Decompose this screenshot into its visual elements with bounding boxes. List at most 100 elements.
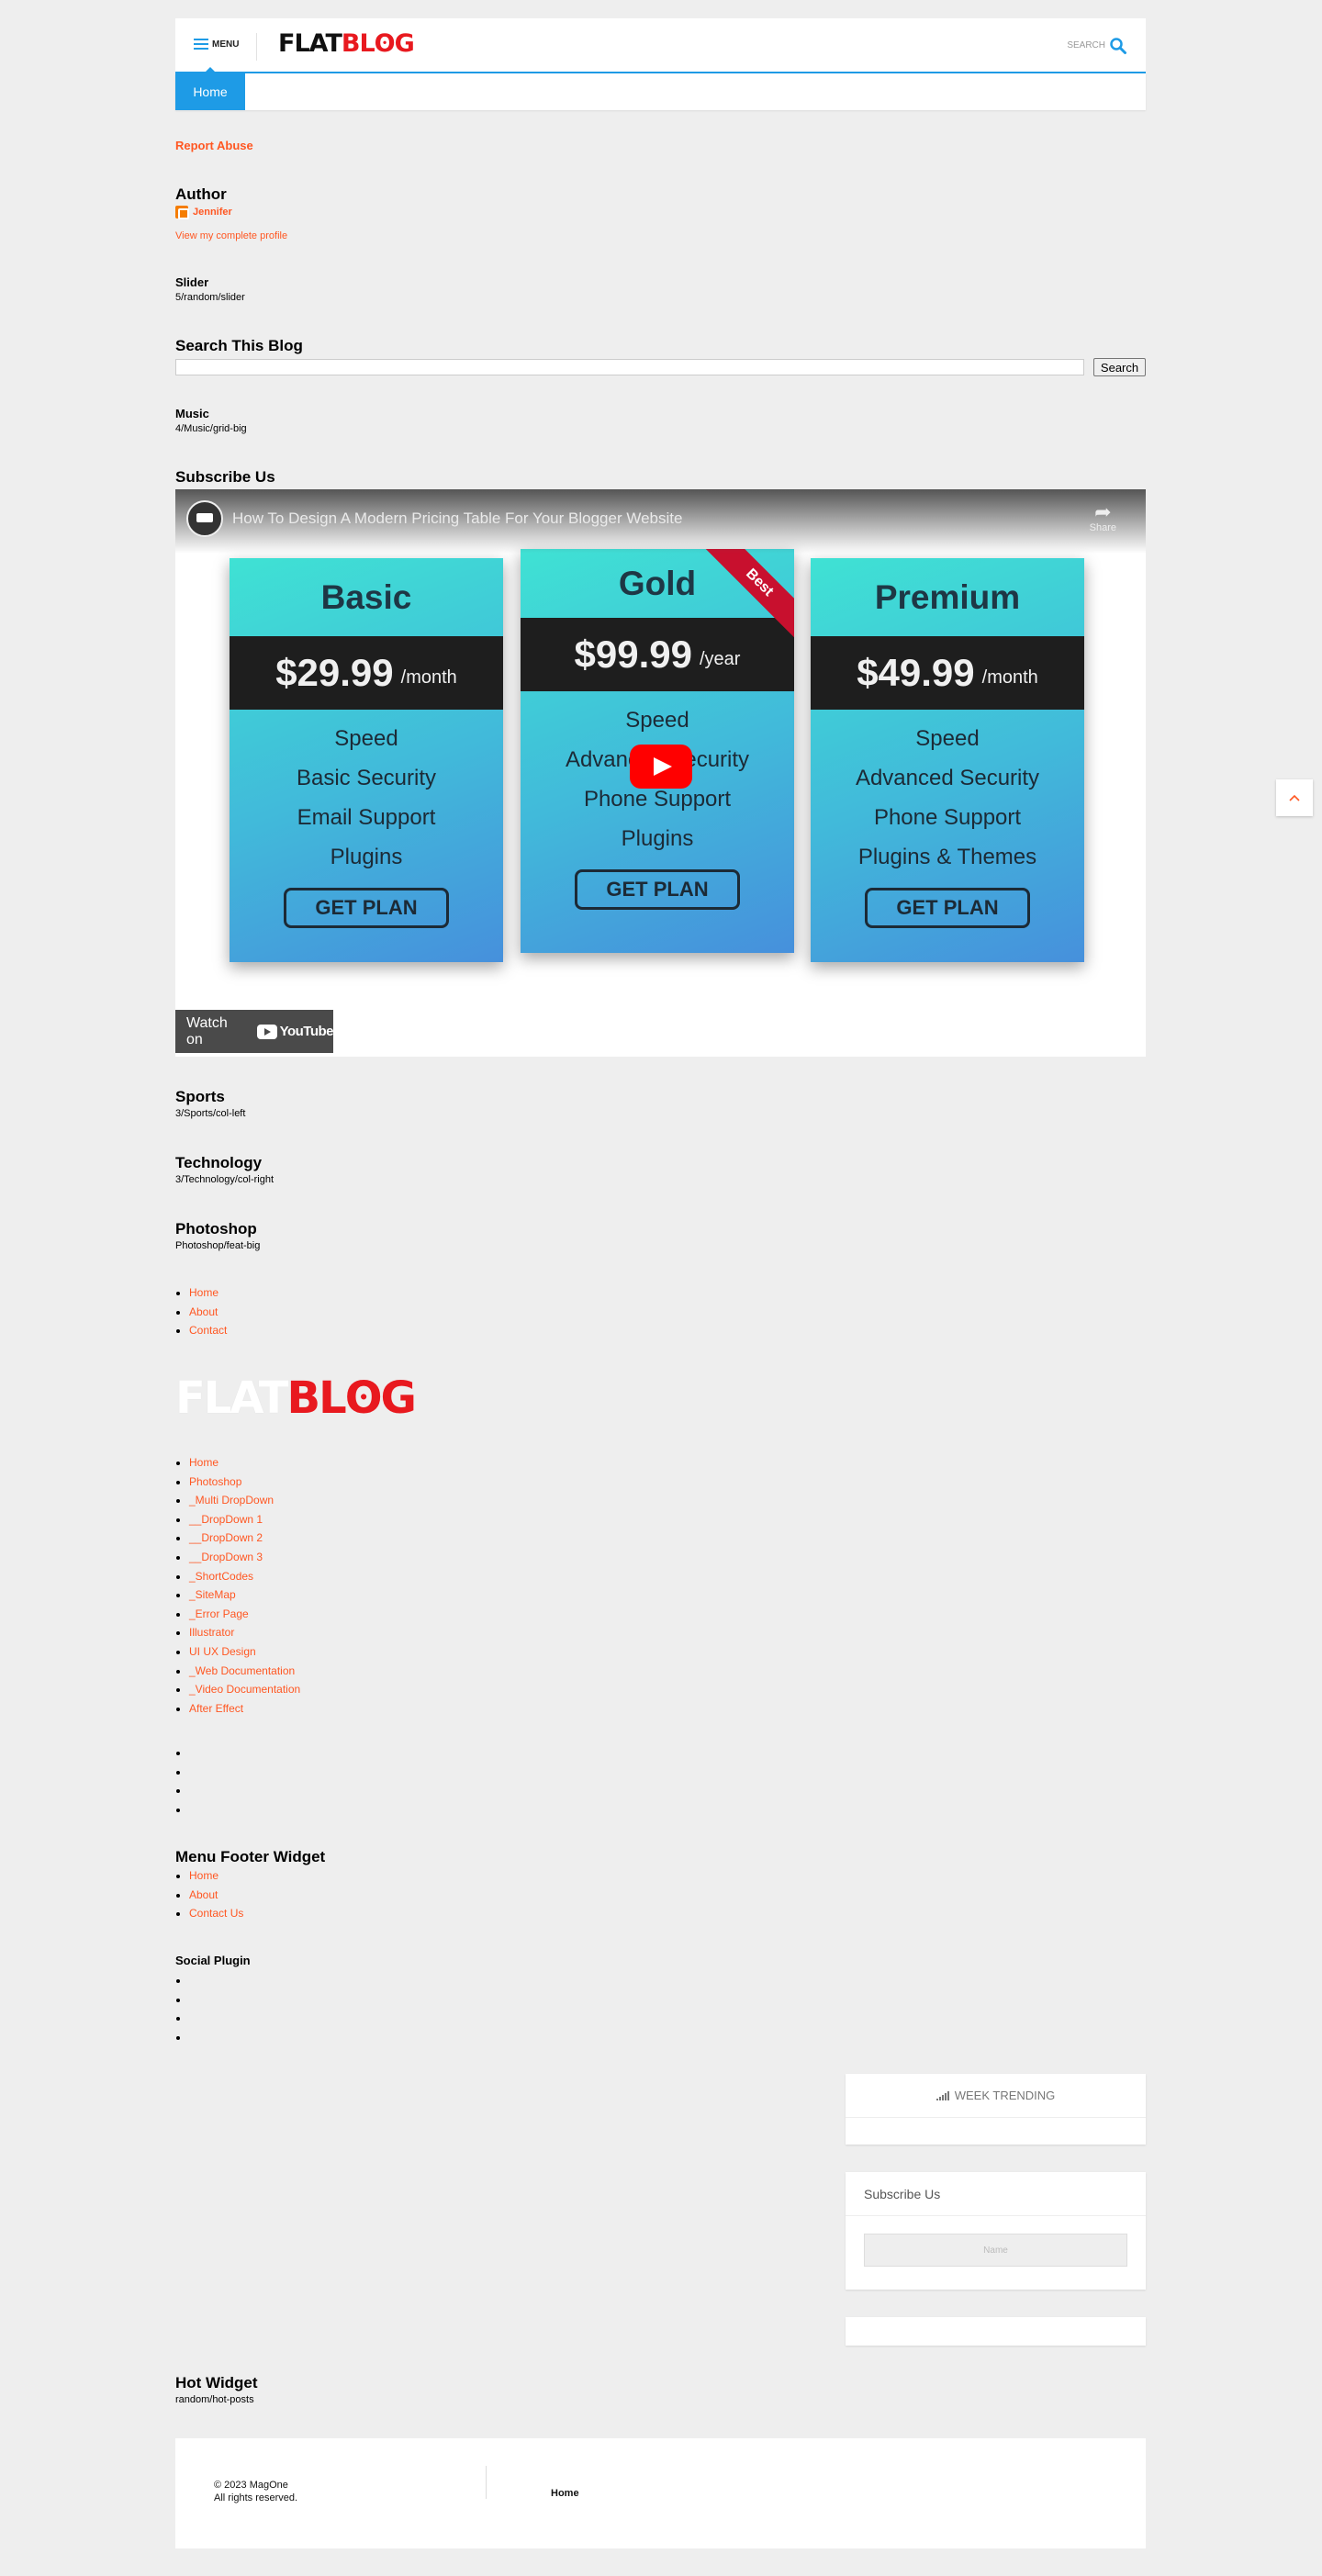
page-link-about[interactable]: About [189,1305,218,1318]
plan-name: Basic [320,578,412,616]
technology-title: Technology [175,1154,263,1171]
menu-button[interactable]: MENU [194,39,239,50]
video-stage[interactable]: Basic $29.99 /month Speed Basic Security… [175,489,1146,985]
social-plugin-widget: Social Plugin [175,1954,1146,2046]
share-icon: ➦ [1094,500,1112,523]
menu-link[interactable]: __DropDown 1 [189,1513,263,1526]
share-button[interactable]: ➦ Share [1090,500,1116,534]
plan-feature: Plugins [330,845,403,869]
plan-price: $29.99 [275,651,394,694]
blogger-icon [175,206,189,219]
video-title[interactable]: How To Design A Modern Pricing Table For… [232,510,682,528]
back-to-top-button[interactable] [1276,779,1313,816]
footer-home-link[interactable]: Home [551,2488,579,2499]
photoshop-title: Photoshop [175,1220,257,1238]
list-item [189,1763,1146,1782]
menu-link[interactable]: UI UX Design [189,1645,256,1658]
search-label[interactable]: SEARCH [1067,40,1105,50]
report-abuse-link[interactable]: Report Abuse [175,139,1146,152]
photoshop-value: Photoshop/feat-big [175,1240,261,1251]
logo-blog-text: BLʘG [341,29,415,58]
footer-link-home[interactable]: Home [189,1869,218,1882]
menu-link[interactable]: _SiteMap [189,1588,236,1601]
week-trending-header: WEEK TRENDING [846,2074,1146,2118]
hot-widget: Hot Widget random/hot-posts [175,2374,1146,2405]
technology-value: 3/Technology/col-right [175,1174,274,1185]
search-blog-row: Search [175,358,1146,376]
menu-link[interactable]: _Video Documentation [189,1683,300,1696]
slider-widget: Slider 5/random/slider [175,275,1146,303]
main-menu-list: Home Photoshop _Multi DropDown __DropDow… [175,1453,1146,1718]
empty-list-widget [175,1743,1146,1819]
list-item: __DropDown 3 [189,1548,1146,1567]
plan-features: Speed Basic Security Email Support Plugi… [230,719,503,877]
plan-price-bar: $49.99 /month [811,636,1084,710]
page-link-home[interactable]: Home [189,1286,218,1299]
search-icon[interactable] [1109,37,1127,55]
plan-card-premium: Premium $49.99 /month Speed Advanced Sec… [811,558,1084,962]
list-item: _SiteMap [189,1585,1146,1605]
menu-link[interactable]: __DropDown 2 [189,1531,263,1544]
get-plan-button: GET PLAN [284,888,449,928]
slider-value: 5/random/slider [175,292,245,303]
page-link-contact[interactable]: Contact [189,1324,227,1337]
author-name[interactable]: Jennifer [193,207,232,218]
menu-link[interactable]: _Multi DropDown [189,1494,274,1506]
view-profile-link[interactable]: View my complete profile [175,230,1146,241]
page-links-widget: Home About Contact [175,1283,1146,1340]
menu-link[interactable]: _Web Documentation [189,1664,295,1677]
list-item: Home [189,1283,1146,1303]
menu-link[interactable]: Illustrator [189,1626,234,1639]
nav-bar: Home [175,67,1146,110]
empty-list [175,1743,1146,1819]
plan-price-bar: $29.99 /month [230,636,503,710]
logo-flat-text: FLAT [278,29,342,58]
site-logo[interactable]: FLATBLʘG [278,29,415,58]
rights-text: All rights reserved. [214,2492,298,2503]
play-button-icon[interactable] [630,745,692,789]
plan-feature: Speed [334,726,398,751]
search-blog-button[interactable]: Search [1093,358,1146,376]
list-item: About [189,1886,1146,1905]
list-item: About [189,1303,1146,1322]
menu-link[interactable]: Photoshop [189,1475,241,1488]
menu-label: MENU [212,39,240,50]
author-widget: Author Jennifer View my complete profile [175,185,1146,241]
channel-avatar[interactable] [186,500,223,537]
menu-link[interactable]: __DropDown 3 [189,1551,263,1563]
plan-feature: Speed [915,726,980,751]
list-item [189,1800,1146,1820]
menu-link[interactable]: _Error Page [189,1607,249,1620]
author-title: Author [175,185,227,203]
plan-feature: Basic Security [296,766,437,790]
list-item: Home [189,1453,1146,1473]
watch-on-youtube-button[interactable]: Watch on YouTube [175,1010,334,1053]
hot-widget-title: Hot Widget [175,2374,258,2391]
nav-home-label: Home [193,84,228,99]
subscribe-name-input[interactable]: Name [864,2234,1127,2267]
list-item: Home [189,1866,1146,1886]
list-item [189,1743,1146,1763]
nav-home-tab[interactable]: Home [175,67,245,110]
plan-name: Premium [874,578,1021,616]
chevron-up-icon [1289,794,1300,801]
search-blog-widget: Search This Blog Search [175,337,1146,376]
signal-bars-icon [935,2090,949,2100]
search-blog-input[interactable] [175,359,1085,375]
footer-logo-blog: BLʘG [286,1372,417,1424]
footer-link-contact[interactable]: Contact Us [189,1907,243,1920]
list-item [189,1781,1146,1800]
search-blog-title: Search This Blog [175,337,303,354]
list-item [189,1971,1146,1990]
youtube-embed[interactable]: Basic $29.99 /month Speed Basic Security… [175,489,1146,1057]
menu-link[interactable]: Home [189,1456,218,1469]
plan-feature: Email Support [297,805,436,830]
footer-link-about[interactable]: About [189,1888,218,1901]
plan-price: $99.99 [574,633,692,676]
list-item: Contact [189,1321,1146,1340]
list-item: __DropDown 1 [189,1510,1146,1529]
list-item: _ShortCodes [189,1567,1146,1586]
menu-link[interactable]: _ShortCodes [189,1570,253,1583]
menu-link[interactable]: After Effect [189,1702,243,1715]
copyright-text: © 2023 MagOne [214,2480,288,2491]
